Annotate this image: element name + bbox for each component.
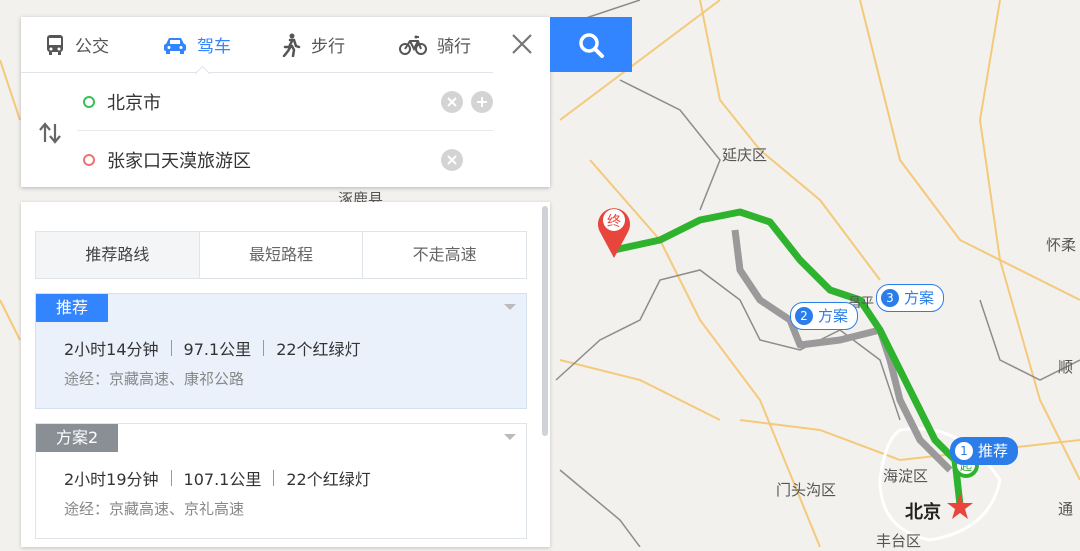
- start-dot-icon: [83, 95, 95, 108]
- tab-recommended[interactable]: 推荐路线: [36, 232, 200, 278]
- add-waypoint-button[interactable]: [471, 90, 493, 113]
- route-stats: 2小时14分钟 97.1公里 22个红绿灯: [64, 336, 361, 360]
- clear-start-button[interactable]: [441, 90, 463, 113]
- travel-mode-tabs: 公交 驾车 步行 骑行: [21, 17, 493, 82]
- map-label-mentougou: 门头沟区: [776, 481, 837, 499]
- route-duration: 2小时19分钟: [64, 470, 159, 489]
- route-bubble-3[interactable]: 3 方案: [876, 284, 945, 312]
- bike-icon: [399, 35, 427, 55]
- route-traffic-lights: 22个红绿灯: [286, 470, 371, 489]
- search-button[interactable]: [550, 17, 632, 72]
- end-dot-icon: [83, 153, 95, 166]
- route-card-option-2[interactable]: 方案2 2小时19分钟 107.1公里 22个红绿灯 途经：京藏高速、京礼高速: [35, 423, 527, 539]
- car-icon: [164, 37, 186, 54]
- clear-icon: [447, 154, 457, 165]
- close-button[interactable]: [509, 31, 535, 57]
- close-icon: [512, 34, 532, 54]
- map-label-huairou: 怀柔: [1046, 236, 1077, 254]
- route-bubble-1[interactable]: 1 推荐: [950, 437, 1019, 465]
- route-tag: 推荐: [36, 294, 109, 322]
- divider: [263, 340, 265, 356]
- route-distance: 97.1公里: [183, 340, 252, 359]
- bus-icon: [47, 34, 63, 55]
- svg-text:终: 终: [607, 213, 621, 229]
- search-icon: [579, 32, 604, 58]
- route-results-panel: 推荐路线 最短路程 不走高速 推荐 2小时14分钟 97.1公里 22个红绿灯 …: [21, 202, 550, 547]
- route-search-panel: 公交 驾车 步行 骑行 北京市 张家口天漠旅游区: [21, 17, 550, 187]
- route-inputs: 北京市 张家口天漠旅游区: [21, 73, 550, 188]
- end-point-field[interactable]: 张家口天漠旅游区: [77, 131, 493, 188]
- route-preference-tabs: 推荐路线 最短路程 不走高速: [35, 231, 527, 279]
- swap-icon: [39, 122, 61, 144]
- route-stats: 2小时19分钟 107.1公里 22个红绿灯: [64, 466, 371, 490]
- tab-shortest[interactable]: 最短路程: [200, 232, 364, 278]
- swap-direction-button[interactable]: [37, 120, 63, 146]
- route-duration: 2小时14分钟: [64, 340, 159, 359]
- map-label-tong: 通: [1058, 500, 1074, 518]
- tab-bus[interactable]: 公交: [21, 17, 139, 72]
- start-point-text: 北京市: [107, 92, 161, 114]
- tab-walk[interactable]: 步行: [257, 17, 375, 72]
- route-via: 途经：京藏高速、康祁公路: [64, 370, 245, 388]
- route-bubble-2[interactable]: 2 方案: [790, 302, 859, 330]
- plus-icon: [477, 96, 487, 107]
- map-label-shun: 顺: [1058, 358, 1074, 376]
- clear-icon: [447, 96, 457, 107]
- route-via: 途经：京藏高速、京礼高速: [64, 500, 245, 518]
- chevron-down-icon: [504, 304, 516, 310]
- tab-bike[interactable]: 骑行: [375, 17, 493, 72]
- divider: [273, 470, 275, 486]
- map-label-fengtai: 丰台区: [876, 532, 922, 550]
- tab-drive[interactable]: 驾车: [139, 17, 257, 72]
- route-tag: 方案2: [36, 424, 119, 452]
- start-point-field[interactable]: 北京市: [77, 73, 493, 131]
- clear-end-button[interactable]: [441, 148, 463, 171]
- route-distance: 107.1公里: [183, 470, 262, 489]
- chevron-down-icon: [504, 434, 516, 440]
- route-traffic-lights: 22个红绿灯: [276, 340, 361, 359]
- divider: [170, 340, 172, 356]
- walk-icon: [282, 33, 301, 57]
- end-point-text: 张家口天漠旅游区: [107, 150, 251, 172]
- results-scrollbar[interactable]: [542, 206, 548, 436]
- map-label-yanqing: 延庆区: [722, 146, 768, 164]
- map-label-haidian: 海淀区: [883, 467, 929, 485]
- route-card-recommended[interactable]: 推荐 2小时14分钟 97.1公里 22个红绿灯 途经：京藏高速、康祁公路: [35, 293, 527, 409]
- map-label-beijing: 北京: [905, 502, 941, 523]
- divider: [170, 470, 172, 486]
- tab-no-highway[interactable]: 不走高速: [363, 232, 526, 278]
